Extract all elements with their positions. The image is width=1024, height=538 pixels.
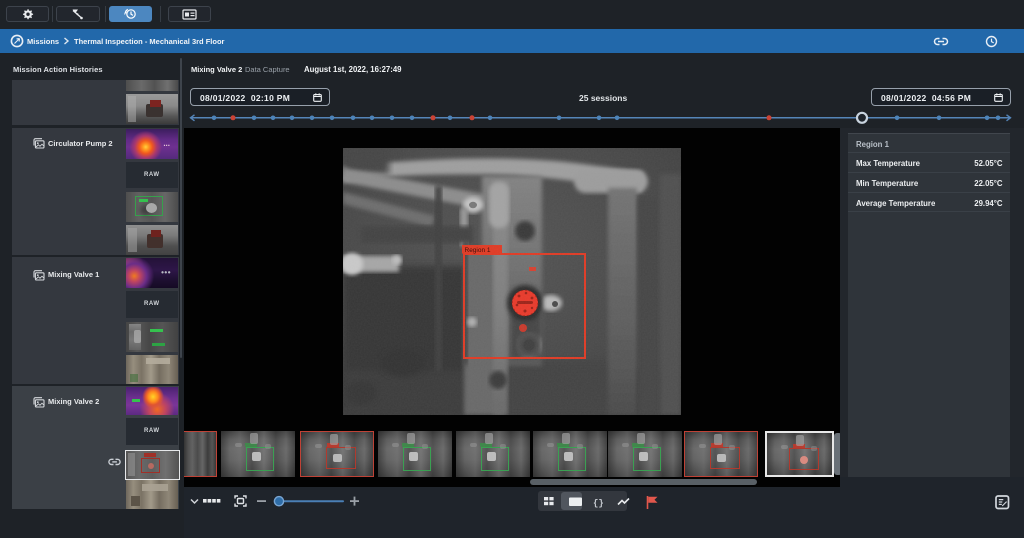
svg-text:{}: {} <box>593 499 604 509</box>
